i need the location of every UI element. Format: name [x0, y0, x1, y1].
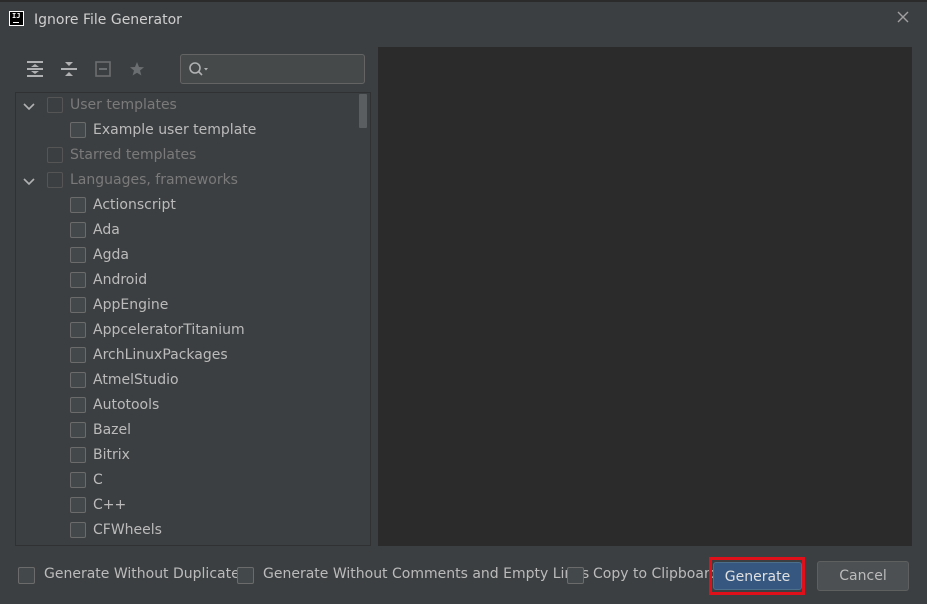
app-icon-text: IJ — [12, 12, 21, 20]
tree-checkbox[interactable] — [70, 322, 86, 338]
tree-row[interactable]: Ada — [16, 218, 356, 243]
tree-item-label: C++ — [93, 497, 127, 513]
tree-checkbox[interactable] — [70, 197, 86, 213]
tree-row[interactable]: Starred templates — [16, 143, 356, 168]
title-bar: IJ Ignore File Generator — [0, 2, 927, 40]
unselect-all-icon[interactable] — [93, 59, 113, 79]
tree-item-label: Starred templates — [70, 147, 197, 163]
tree-checkbox[interactable] — [70, 522, 86, 538]
chevron-down-icon[interactable] — [22, 99, 36, 113]
intellij-app-icon: IJ — [9, 11, 24, 26]
tree-toolbar — [15, 47, 371, 91]
tree-item-label: Bitrix — [93, 447, 130, 463]
tree-item-label: Bazel — [93, 422, 132, 438]
tree-checkbox[interactable] — [70, 372, 86, 388]
tree-checkbox[interactable] — [47, 147, 63, 163]
tree-checkbox[interactable] — [70, 472, 86, 488]
template-tree: User templates Example user template Starr… — [15, 92, 371, 546]
tree-row[interactable]: Bitrix — [16, 443, 356, 468]
tree-item-label: User templates — [70, 97, 177, 113]
tree-item-label: AppEngine — [93, 297, 169, 313]
close-icon[interactable] — [895, 10, 911, 26]
without-comments-label: Generate Without Comments and Empty Line… — [263, 566, 590, 582]
tree-row[interactable]: AppEngine — [16, 293, 356, 318]
tree-item-label: CFWheels — [93, 522, 162, 538]
tree-item-label: Android — [93, 272, 148, 288]
tree-row[interactable]: Agda — [16, 243, 356, 268]
template-panel: User templates Example user template Starr… — [15, 47, 371, 546]
without-duplicates-label: Generate Without Duplicates — [44, 566, 247, 582]
copy-clipboard-checkbox[interactable] — [567, 567, 584, 584]
tree-row[interactable]: ArchLinuxPackages — [16, 343, 356, 368]
preview-panel[interactable] — [378, 47, 912, 546]
expand-all-icon[interactable] — [25, 59, 45, 79]
tree-row[interactable]: Bazel — [16, 418, 356, 443]
tree-checkbox[interactable] — [70, 122, 86, 138]
tree-item-label: AppceleratorTitanium — [93, 322, 245, 338]
tree-item-label: ArchLinuxPackages — [93, 347, 228, 363]
search-input[interactable] — [213, 58, 358, 80]
tree-row[interactable]: Actionscript — [16, 193, 356, 218]
tree-item-label: Languages, frameworks — [70, 172, 238, 188]
without-comments-checkbox[interactable] — [237, 567, 254, 584]
tree-checkbox[interactable] — [70, 297, 86, 313]
tree-checkbox[interactable] — [70, 497, 86, 513]
options-bar: Generate Without Duplicates Generate Wit… — [0, 554, 927, 604]
window-title: Ignore File Generator — [34, 12, 182, 28]
generate-button[interactable]: Generate — [713, 562, 802, 590]
copy-clipboard-label: Copy to Clipboard — [593, 566, 719, 582]
tree-row[interactable]: Example user template — [16, 118, 356, 143]
tree-checkbox[interactable] — [70, 272, 86, 288]
tree-row[interactable]: AtmelStudio — [16, 368, 356, 393]
tree-checkbox[interactable] — [47, 97, 63, 113]
tree-checkbox[interactable] — [70, 222, 86, 238]
tree-item-label: AtmelStudio — [93, 372, 179, 388]
tree-item-label: Autotools — [93, 397, 160, 413]
tree-row[interactable]: Languages, frameworks — [16, 168, 356, 193]
tree-item-label: C — [93, 472, 103, 488]
tree-row[interactable]: Android — [16, 268, 356, 293]
tree-row[interactable]: CFWheels — [16, 518, 356, 543]
tree-item-label: Agda — [93, 247, 129, 263]
search-box[interactable] — [180, 54, 365, 84]
tree-checkbox[interactable] — [70, 422, 86, 438]
tree-checkbox[interactable] — [47, 172, 63, 188]
tree-item-label: Actionscript — [93, 197, 176, 213]
tree-row[interactable]: Autotools — [16, 393, 356, 418]
tree-row[interactable]: C++ — [16, 493, 356, 518]
tree-checkbox[interactable] — [70, 347, 86, 363]
chevron-down-icon[interactable] — [22, 174, 36, 188]
tree-checkbox[interactable] — [70, 447, 86, 463]
without-duplicates-checkbox[interactable] — [18, 567, 35, 584]
tree-item-label: Example user template — [93, 122, 257, 138]
tree-checkbox[interactable] — [70, 247, 86, 263]
tree-row[interactable]: C — [16, 468, 356, 493]
tree-row[interactable]: User templates — [16, 93, 356, 118]
collapse-all-icon[interactable] — [59, 59, 79, 79]
tree-row[interactable]: AppceleratorTitanium — [16, 318, 356, 343]
ignore-file-generator-dialog: IJ Ignore File Generator User templates … — [0, 0, 927, 604]
tree-scrollbar[interactable] — [359, 94, 367, 128]
star-icon[interactable] — [127, 59, 147, 79]
search-icon — [188, 61, 210, 77]
tree-item-label: Ada — [93, 222, 120, 238]
tree-checkbox[interactable] — [70, 397, 86, 413]
cancel-button[interactable]: Cancel — [817, 561, 909, 591]
